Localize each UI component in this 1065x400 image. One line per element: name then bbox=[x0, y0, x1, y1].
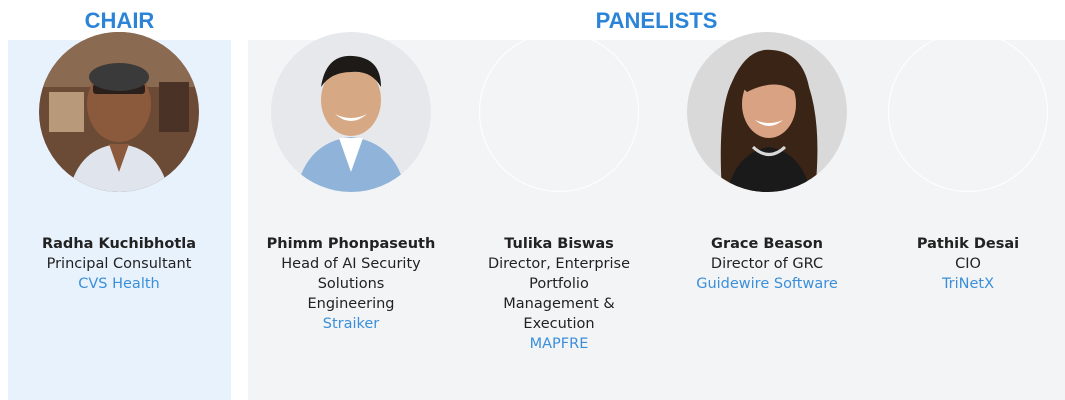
speaker-photo-placeholder bbox=[479, 32, 639, 192]
speaker-photo-grace bbox=[687, 32, 847, 192]
speaker-title-line: Head of AI Security bbox=[281, 256, 421, 272]
speaker-title-line: Principal Consultant bbox=[46, 256, 192, 272]
speaker-title-line: Engineering bbox=[307, 296, 395, 312]
speaker-card-tulika: Tulika Biswas Director, Enterprise Portf… bbox=[457, 32, 661, 354]
panelists-heading: PANELISTS bbox=[595, 8, 718, 33]
speaker-org-link[interactable]: Straiker bbox=[249, 314, 453, 334]
speaker-card-radha: Radha Kuchibhotla Principal Consultant C… bbox=[17, 32, 221, 294]
speaker-title-line: Execution bbox=[523, 316, 595, 332]
speaker-photo-radha bbox=[39, 32, 199, 192]
speaker-card-grace: Grace Beason Director of GRC Guidewire S… bbox=[665, 32, 869, 294]
speaker-card-pathik: Pathik Desai CIO TriNetX bbox=[873, 32, 1063, 294]
speaker-org-link[interactable]: CVS Health bbox=[17, 274, 221, 294]
speaker-name: Radha Kuchibhotla bbox=[41, 236, 197, 252]
speaker-title-line: CIO bbox=[955, 256, 981, 272]
speaker-org-link[interactable]: TriNetX bbox=[873, 274, 1063, 294]
speakers-page: CHAIR PANELISTS Radha Kuchibhotla Princi… bbox=[0, 0, 1065, 400]
chair-heading: CHAIR bbox=[84, 8, 155, 33]
speaker-name: Phimm Phonpaseuth bbox=[266, 236, 436, 252]
speaker-org-link[interactable]: MAPFRE bbox=[457, 334, 661, 354]
speaker-title-line: Director of GRC bbox=[710, 256, 824, 272]
speaker-photo-placeholder bbox=[888, 32, 1048, 192]
speaker-title-line: Solutions bbox=[317, 276, 385, 292]
speaker-card-phimm: Phimm Phonpaseuth Head of AI Security So… bbox=[249, 32, 453, 334]
speaker-name: Grace Beason bbox=[711, 236, 823, 252]
speaker-photo-phimm bbox=[271, 32, 431, 192]
speaker-name: Pathik Desai bbox=[916, 236, 1020, 252]
speaker-title-line: Portfolio bbox=[529, 276, 589, 292]
speaker-title-line: Management & bbox=[503, 296, 615, 312]
speaker-title-line: Director, Enterprise bbox=[487, 256, 631, 272]
speaker-name: Tulika Biswas bbox=[504, 236, 614, 252]
speaker-org-link[interactable]: Guidewire Software bbox=[665, 274, 869, 294]
